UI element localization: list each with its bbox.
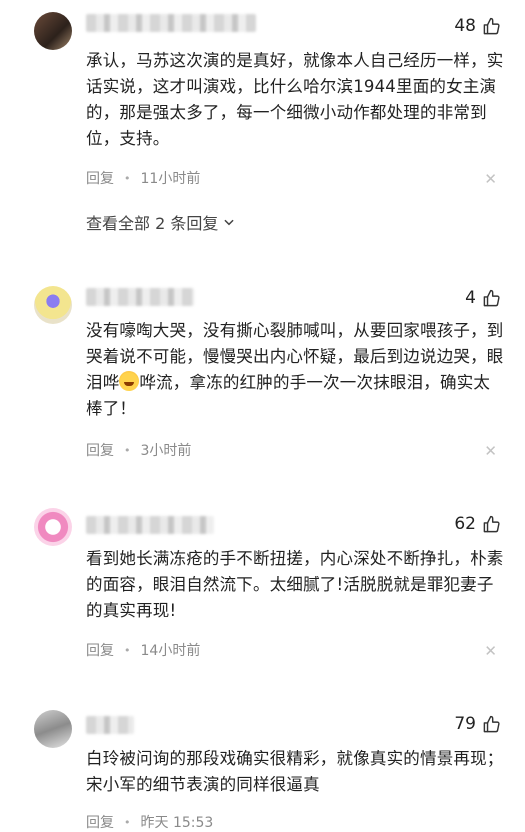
like-count: 4 [465,288,476,308]
avatar[interactable] [34,710,72,748]
comment-meta: 回复 • 11小时前 [86,168,200,188]
thumbs-up-icon [483,289,500,306]
timestamp: 昨天 15:53 [140,815,214,831]
like-count: 62 [454,514,476,534]
like-button[interactable]: 62 [454,514,501,534]
thumbs-up-icon [483,515,500,532]
username-blurred[interactable] [86,14,256,32]
username-blurred[interactable] [86,516,214,534]
like-button[interactable]: 4 [465,288,501,308]
thumbs-up-icon [483,17,500,34]
avatar[interactable] [34,508,72,546]
comment-meta: 回复 • 14小时前 [86,640,200,660]
reply-button[interactable]: 回复 [86,640,114,660]
like-button[interactable]: 48 [454,16,501,36]
avatar[interactable] [34,12,72,50]
reply-button[interactable]: 回复 [86,812,114,832]
username-blurred[interactable] [86,716,134,734]
username-blurred[interactable] [86,288,194,306]
separator-dot: • [124,815,131,829]
like-button[interactable]: 79 [454,714,501,734]
comment-text: 白玲被问询的那段戏确实很精彩，就像真实的情景再现；宋小军的细节表演的同样很逼真 [86,749,504,794]
reply-button[interactable]: 回复 [86,168,114,188]
comment-text-part2: 哗流，拿冻的红肿的手一次一次抹眼泪，确实太棒了！ [86,373,491,418]
timestamp: 11小时前 [140,171,201,187]
close-icon[interactable]: ✕ [484,170,497,188]
comment-meta: 回复 • 昨天 15:53 [86,812,213,832]
comment-text: 承认，马苏这次演的是真好，就像本人自己经历一样，实话实说，这才叫演戏，比什么哈尔… [86,51,504,148]
timestamp: 3小时前 [140,443,192,459]
close-icon[interactable]: ✕ [484,442,497,460]
close-icon[interactable]: ✕ [484,642,497,660]
chevron-down-icon [224,219,234,226]
view-replies-label: 查看全部 2 条回复 [86,214,219,233]
comment-text: 没有嚎啕大哭，没有撕心裂肺喊叫，从要回家喂孩子，到哭着说不可能，慢慢哭出内心怀疑… [86,318,504,422]
comment-meta: 回复 • 3小时前 [86,440,191,460]
like-count: 48 [454,16,476,36]
thumbs-up-icon [483,715,500,732]
separator-dot: • [124,171,131,185]
view-replies-button[interactable]: 查看全部 2 条回复 [86,210,236,234]
timestamp: 14小时前 [140,643,201,659]
comment-text: 看到她长满冻疮的手不断扭搓，内心深处不断挣扎，朴素的面容，眼泪自然流下。太细腻了… [86,549,504,620]
laughing-emoji-icon [119,371,140,391]
like-count: 79 [454,714,476,734]
separator-dot: • [124,443,131,457]
reply-button[interactable]: 回复 [86,440,114,460]
separator-dot: • [124,643,131,657]
avatar[interactable] [34,286,72,324]
